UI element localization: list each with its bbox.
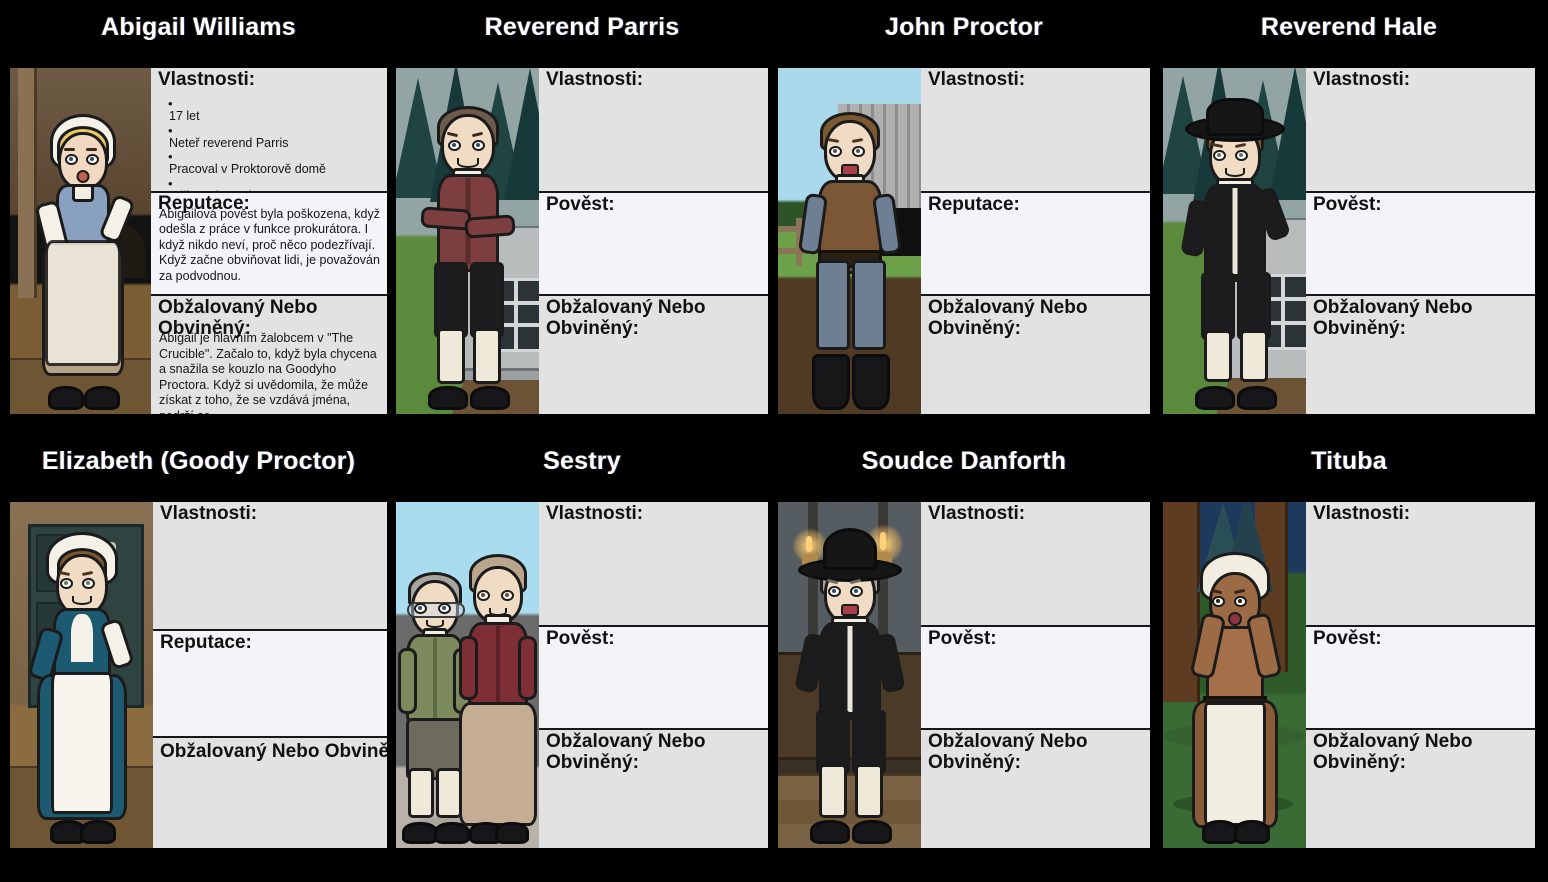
panel-reputation-label: Pověst: [546,627,615,649]
panel-reputation[interactable]: Pověst: [1306,624,1535,729]
panel-accused[interactable]: Obžalovaný Nebo Obviněný: [539,294,768,414]
panel-reputation-label: Pověst: [928,627,997,649]
panel-traits-label: Vlastnosti: [1313,69,1411,90]
cell-body[interactable]: Vlastnosti: Reputace: Obžalovaný Nebo Ob… [778,68,1150,414]
panel-reputation-label: Reputace: [160,631,252,653]
character-illustration-parris [396,68,539,414]
panel-traits[interactable]: Vlastnosti: • 17 let • Neteř reverend Parr… [151,68,387,229]
cell-title: Reverend Parris [484,13,680,41]
panel-reputation[interactable]: Reputace: Abigailová pověst byla poškoze… [151,190,387,295]
cell-panels: Vlastnosti: Pověst: Obžalovaný Nebo Obvi… [921,502,1150,848]
cell-body[interactable]: Vlastnosti: Pověst: Obžalovaný Nebo Obvi… [1163,68,1535,414]
panel-accused-body: Abigail je hlavním žalobcem v "The Cruci… [159,331,377,414]
character-illustration-sestry [396,502,539,848]
character-illustration-tituba [1163,502,1306,848]
panel-traits-label: Vlastnosti: [546,503,644,524]
character-illustration-proctor [778,68,921,414]
panel-accused[interactable]: Obžalovaný Nebo Obviněný: [539,728,768,848]
cell-title: John Proctor [885,13,1043,41]
panel-accused-label: Obžalovaný Nebo Obviněný: [928,297,1088,340]
character-illustration-hale [1163,68,1306,414]
panel-reputation[interactable]: Reputace: [153,628,387,737]
panel-accused[interactable]: Obžalovaný Nebo Obviněný: [921,294,1150,414]
storyboard-cell-reverend-hale[interactable]: Reverend Hale Vlastnosti: Pověst: Obžalo… [1163,12,1535,414]
cell-body[interactable]: Vlastnosti: Reputace: Obžalovaný Nebo Ob… [10,502,387,848]
panel-accused[interactable]: Obžalovaný Nebo Obviněný: [1306,728,1535,848]
cell-title: Abigail Williams [101,13,296,41]
cell-body[interactable]: Vlastnosti: • 17 let • Neteř reverend Parr… [10,68,387,414]
cell-panels: Vlastnosti: • 17 let • Neteř reverend Parr… [151,68,387,414]
panel-traits-label: Vlastnosti: [928,503,1026,524]
storyboard: Abigail Williams Vlastnosti: • 17 let • … [0,0,1548,882]
panel-reputation-label: Pověst: [1313,627,1382,649]
cell-body[interactable]: Vlastnosti: Pověst: Obžalovaný Nebo Obvi… [1163,502,1535,848]
panel-reputation[interactable]: Pověst: [921,624,1150,729]
panel-traits[interactable]: Vlastnosti: [539,502,768,625]
panel-traits-label: Vlastnosti: [546,69,644,90]
panel-reputation[interactable]: Pověst: [539,624,768,729]
cell-panels: Vlastnosti: Pověst: Obžalovaný Nebo Obvi… [1306,68,1535,414]
panel-traits[interactable]: Vlastnosti: [1306,502,1535,625]
panel-reputation-body: Abigailová pověst byla poškozena, když o… [159,206,380,283]
cell-panels: Vlastnosti: Pověst: Obžalovaný Nebo Obvi… [539,68,768,414]
panel-reputation[interactable]: Reputace: [921,190,1150,295]
panel-traits-label: Vlastnosti: [1313,503,1411,524]
storyboard-cell-reverend-parris[interactable]: Reverend Parris Vlastnosti: Pověst: Obža… [396,12,768,414]
cell-title: Tituba [1311,447,1387,475]
cell-body[interactable]: Vlastnosti: Pověst: Obžalovaný Nebo Obvi… [778,502,1150,848]
panel-traits[interactable]: Vlastnosti: [1306,68,1535,191]
storyboard-cell-tituba[interactable]: Tituba Vlastnosti: Pověst: Obžalovaný Ne… [1163,446,1535,848]
panel-reputation-label: Pověst: [546,193,615,215]
panel-traits[interactable]: Vlastnosti: [921,68,1150,191]
panel-accused-label: Obžalovaný Nebo Obviněný: [546,297,706,340]
cell-title: Elizabeth (Goody Proctor) [41,447,356,475]
cell-title: Sestry [543,447,621,475]
cell-title: Soudce Danforth [861,447,1067,475]
cell-panels: Vlastnosti: Reputace: Obžalovaný Nebo Ob… [921,68,1150,414]
panel-reputation[interactable]: Pověst: [539,190,768,295]
panel-accused-label: Obžalovaný Nebo Obviněný: [546,731,706,774]
panel-accused[interactable]: Obžalovaný Nebo Obviněný: [1306,294,1535,414]
character-illustration-abigail [10,68,151,414]
panel-accused-label: Obžalovaný Nebo Obviněný: [928,731,1088,774]
storyboard-cell-abigail-williams[interactable]: Abigail Williams Vlastnosti: • 17 let • … [10,12,387,414]
panel-reputation[interactable]: Pověst: [1306,190,1535,295]
panel-accused-label: Obžalovaný Nebo Obviněný: [1313,297,1473,340]
cell-body[interactable]: Vlastnosti: Pověst: Obžalovaný Nebo Obvi… [396,502,768,848]
panel-accused-label: Obžalovaný Nebo Obviněný: [160,741,387,763]
panel-reputation-label: Reputace: [928,193,1020,215]
panel-accused[interactable]: Obžalovaný Nebo Obviněný: [921,728,1150,848]
panel-traits-label: Vlastnosti: [158,69,256,90]
storyboard-cell-sestry[interactable]: Sestry Vlastnosti: Pověst: Obžalovaný Ne… [396,446,768,848]
list-item: • Neteř reverend Parris [168,122,289,150]
panel-traits[interactable]: Vlastnosti: [539,68,768,191]
panel-accused-label: Obžalovaný Nebo Obviněný: [1313,731,1473,774]
character-illustration-elizabeth [10,502,153,848]
panel-traits-label: Vlastnosti: [160,503,258,524]
panel-traits[interactable]: Vlastnosti: [921,502,1150,625]
cell-panels: Vlastnosti: Pověst: Obžalovaný Nebo Obvi… [1306,502,1535,848]
cell-panels: Vlastnosti: Reputace: Obžalovaný Nebo Ob… [153,502,387,848]
cell-title: Reverend Hale [1260,13,1438,41]
list-item: • 17 let [168,96,200,123]
panel-reputation-label: Pověst: [1313,193,1382,215]
panel-accused[interactable]: Obžalovaný Nebo Obviněný: [153,736,387,848]
panel-traits-label: Vlastnosti: [928,69,1026,90]
storyboard-cell-soudce-danforth[interactable]: Soudce Danforth Vlastnosti: Pověst: Obža… [778,446,1150,848]
storyboard-cell-elizabeth-goody-proctor[interactable]: Elizabeth (Goody Proctor) Vlastnosti: Re… [10,446,387,848]
panel-accused[interactable]: Obžalovaný Nebo Obviněný: Abigail je hla… [151,294,387,414]
cell-body[interactable]: Vlastnosti: Pověst: Obžalovaný Nebo Obvi… [396,68,768,414]
list-item: • Pracoval v Proktorově domě [168,149,327,176]
character-illustration-danforth [778,502,921,848]
storyboard-cell-john-proctor[interactable]: John Proctor Vlastnosti: Reputace: Obžal… [778,12,1150,414]
cell-panels: Vlastnosti: Pověst: Obžalovaný Nebo Obvi… [539,502,768,848]
panel-traits[interactable]: Vlastnosti: [153,502,387,629]
